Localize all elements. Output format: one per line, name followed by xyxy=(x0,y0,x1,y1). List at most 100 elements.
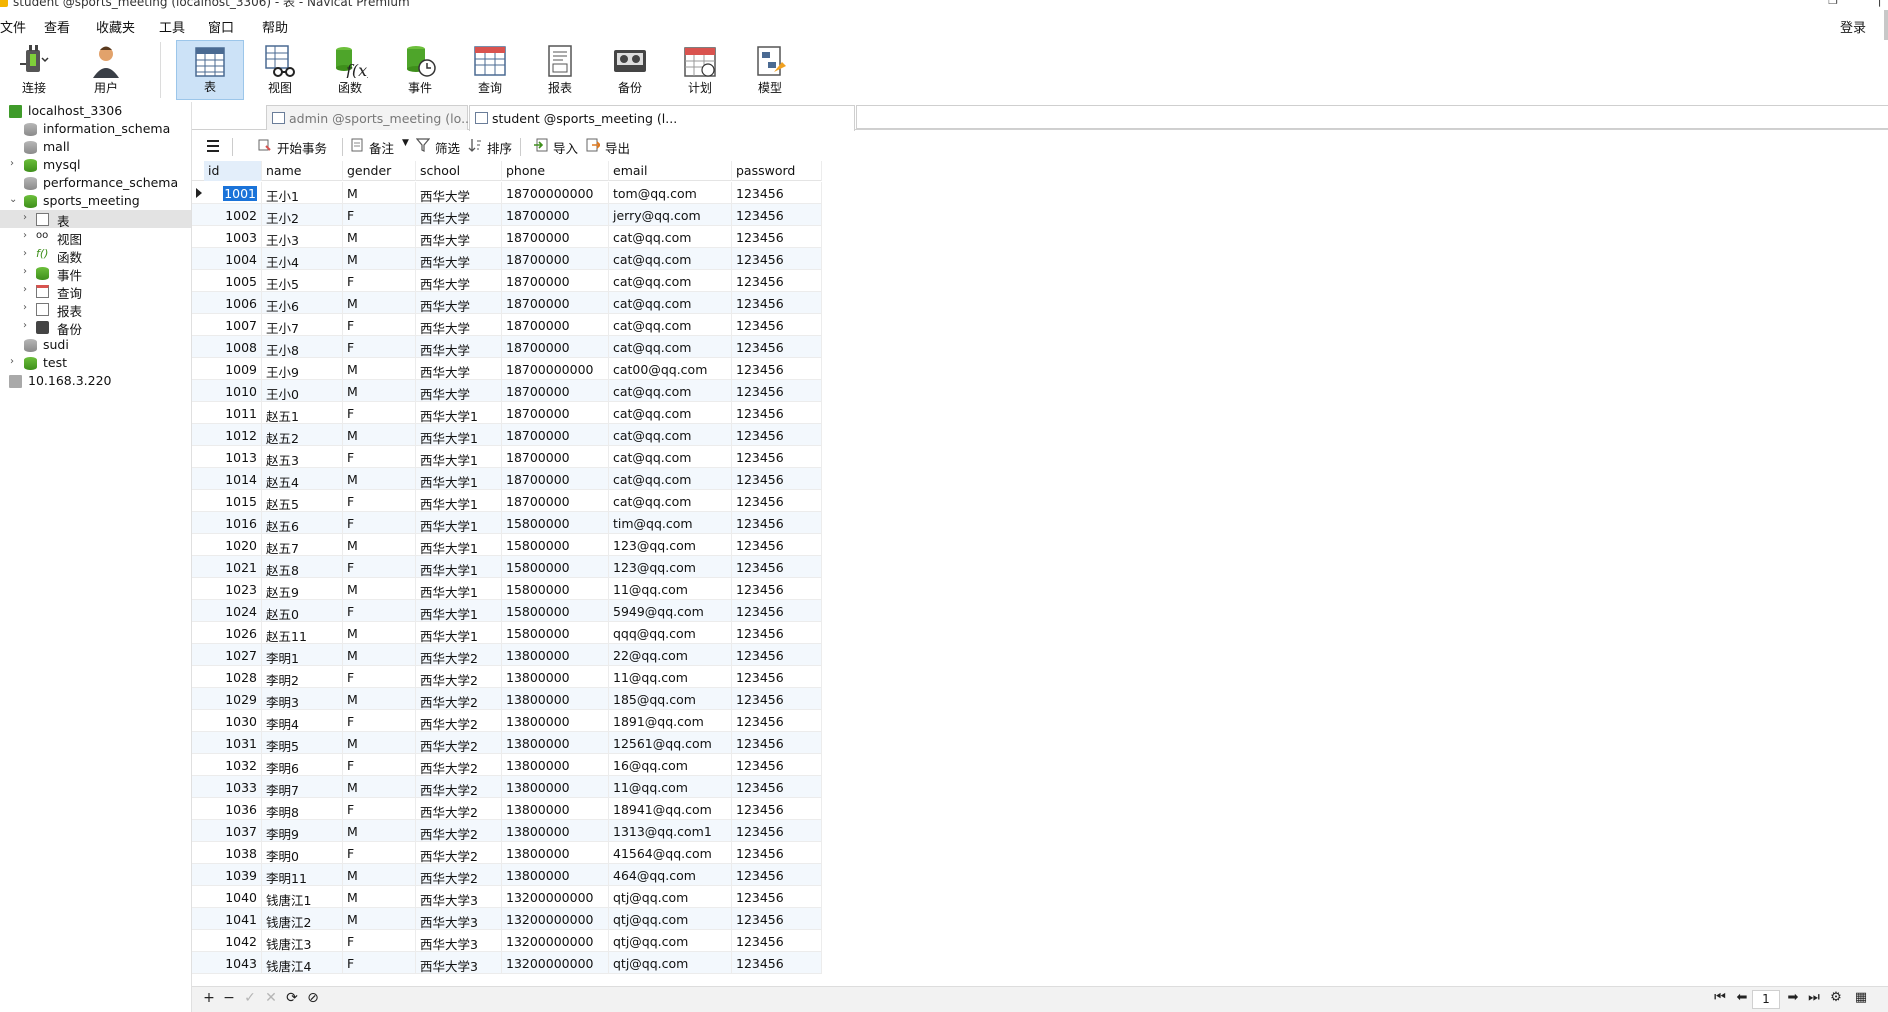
cell-email[interactable]: 464@qq.com xyxy=(609,864,732,886)
cell-email[interactable]: 123@qq.com xyxy=(609,556,732,578)
chevron-right-icon[interactable]: › xyxy=(23,284,27,295)
export-button[interactable]: 导出 xyxy=(586,136,632,156)
column-header-password[interactable]: password xyxy=(732,161,822,181)
cell-id[interactable]: 1002 xyxy=(204,204,262,226)
memo-button[interactable]: 备注 ▼ xyxy=(350,136,410,156)
cell-phone[interactable]: 13800000 xyxy=(502,732,609,754)
cell-school[interactable]: 西华大学2 xyxy=(416,842,502,864)
cell-password[interactable]: 123456 xyxy=(732,314,822,336)
cell-school[interactable]: 西华大学2 xyxy=(416,732,502,754)
cell-id[interactable]: 1007 xyxy=(204,314,262,336)
cell-id[interactable]: 1015 xyxy=(204,490,262,512)
cell-email[interactable]: cat@qq.com xyxy=(609,468,732,490)
menu-favorites[interactable]: 收藏夹 xyxy=(96,17,135,36)
cell-email[interactable]: cat@qq.com xyxy=(609,292,732,314)
cell-password[interactable]: 123456 xyxy=(732,446,822,468)
cell-school[interactable]: 西华大学3 xyxy=(416,908,502,930)
cell-name[interactable]: 王小3 xyxy=(262,226,343,248)
window-scrollbar[interactable] xyxy=(1884,10,1888,40)
hamburger-menu-button[interactable] xyxy=(206,136,222,156)
cell-email[interactable]: qtj@qq.com xyxy=(609,886,732,908)
cell-email[interactable]: qtj@qq.com xyxy=(609,908,732,930)
cell-gender[interactable]: F xyxy=(343,446,416,468)
cell-gender[interactable]: M xyxy=(343,534,416,556)
cell-school[interactable]: 西华大学1 xyxy=(416,534,502,556)
user-button[interactable]: 用户 xyxy=(72,40,140,100)
cell-name[interactable]: 赵五8 xyxy=(262,556,343,578)
cell-school[interactable]: 西华大学 xyxy=(416,336,502,358)
cell-school[interactable]: 西华大学1 xyxy=(416,578,502,600)
cell-password[interactable]: 123456 xyxy=(732,292,822,314)
cell-email[interactable]: 11@qq.com xyxy=(609,666,732,688)
cell-school[interactable]: 西华大学 xyxy=(416,358,502,380)
cell-password[interactable]: 123456 xyxy=(732,556,822,578)
table-row[interactable]: 1027 李明1 M 西华大学2 13800000 22@qq.com 123456 xyxy=(192,644,822,666)
cell-name[interactable]: 赵五5 xyxy=(262,490,343,512)
chevron-right-icon[interactable]: › xyxy=(23,302,27,313)
tree-connection-remote[interactable]: 10.168.3.220 xyxy=(0,372,191,390)
tree-db-information-schema[interactable]: information_schema xyxy=(0,120,191,138)
cell-name[interactable]: 赵五3 xyxy=(262,446,343,468)
begin-transaction-button[interactable]: 开始事务 xyxy=(258,136,336,156)
cell-id[interactable]: 1011 xyxy=(204,402,262,424)
cell-phone[interactable]: 13800000 xyxy=(502,644,609,666)
cell-email[interactable]: cat@qq.com xyxy=(609,314,732,336)
cell-name[interactable]: 李明0 xyxy=(262,842,343,864)
cell-school[interactable]: 西华大学2 xyxy=(416,864,502,886)
cell-school[interactable]: 西华大学 xyxy=(416,380,502,402)
page-number-input[interactable]: 1 xyxy=(1752,990,1780,1009)
tree-node-backups[interactable]: › 备份 xyxy=(0,318,191,337)
table-row[interactable]: 1020 赵五7 M 西华大学1 15800000 123@qq.com 123456 xyxy=(192,534,822,556)
cell-phone[interactable]: 13800000 xyxy=(502,776,609,798)
cell-school[interactable]: 西华大学2 xyxy=(416,798,502,820)
column-header-gender[interactable]: gender xyxy=(343,161,416,181)
cell-email[interactable]: cat@qq.com xyxy=(609,336,732,358)
cell-name[interactable]: 王小1 xyxy=(262,182,343,204)
column-header-name[interactable]: name xyxy=(262,161,343,181)
cell-school[interactable]: 西华大学 xyxy=(416,292,502,314)
cell-email[interactable]: cat@qq.com xyxy=(609,446,732,468)
chevron-right-icon[interactable]: › xyxy=(10,158,14,169)
cell-name[interactable]: 李明1 xyxy=(262,644,343,666)
cell-password[interactable]: 123456 xyxy=(732,270,822,292)
cell-gender[interactable]: M xyxy=(343,358,416,380)
cell-id[interactable]: 1008 xyxy=(204,336,262,358)
table-row[interactable]: 1010 王小0 M 西华大学 18700000 cat@qq.com 123456 xyxy=(192,380,822,402)
cell-school[interactable]: 西华大学2 xyxy=(416,688,502,710)
tree-db-mall[interactable]: mall xyxy=(0,138,191,156)
tree-db-performance-schema[interactable]: performance_schema xyxy=(0,174,191,192)
cell-phone[interactable]: 18700000 xyxy=(502,314,609,336)
cell-email[interactable]: 11@qq.com xyxy=(609,776,732,798)
report-tool-button[interactable]: 报表 xyxy=(526,40,594,100)
table-row[interactable]: 1026 赵五11 M 西华大学1 15800000 qqq@qq.com 123456 xyxy=(192,622,822,644)
cell-name[interactable]: 钱唐江4 xyxy=(262,952,343,974)
cell-id[interactable]: 1031 xyxy=(204,732,262,754)
cell-name[interactable]: 钱唐江1 xyxy=(262,886,343,908)
cell-phone[interactable]: 15800000 xyxy=(502,622,609,644)
cell-password[interactable]: 123456 xyxy=(732,226,822,248)
cell-id[interactable]: 1009 xyxy=(204,358,262,380)
cell-gender[interactable]: F xyxy=(343,754,416,776)
cell-password[interactable]: 123456 xyxy=(732,512,822,534)
previous-page-icon[interactable]: ⬅ xyxy=(1734,990,1750,1008)
chevron-right-icon[interactable]: › xyxy=(10,356,14,367)
delete-record-button[interactable]: − xyxy=(220,990,238,1008)
cell-phone[interactable]: 13800000 xyxy=(502,842,609,864)
cell-phone[interactable]: 13200000000 xyxy=(502,886,609,908)
table-row[interactable]: 1015 赵五5 F 西华大学1 18700000 cat@qq.com 123456 xyxy=(192,490,822,512)
tree-node-tables[interactable]: › 表 xyxy=(0,210,191,229)
apply-changes-button[interactable]: ✓ xyxy=(241,990,259,1008)
function-tool-button[interactable]: f(x) 函数 xyxy=(316,40,384,100)
settings-gear-icon[interactable]: ⚙ xyxy=(1828,990,1844,1008)
cell-school[interactable]: 西华大学2 xyxy=(416,644,502,666)
cell-password[interactable]: 123456 xyxy=(732,666,822,688)
cell-phone[interactable]: 18700000 xyxy=(502,204,609,226)
table-row[interactable]: 1036 李明8 F 西华大学2 13800000 18941@qq.com 123456 xyxy=(192,798,822,820)
cell-phone[interactable]: 18700000 xyxy=(502,446,609,468)
cell-phone[interactable]: 18700000 xyxy=(502,270,609,292)
tree-connection-localhost[interactable]: localhost_3306 xyxy=(0,102,191,120)
cell-phone[interactable]: 18700000 xyxy=(502,468,609,490)
cell-phone[interactable]: 13200000000 xyxy=(502,908,609,930)
cell-school[interactable]: 西华大学 xyxy=(416,226,502,248)
cell-email[interactable]: 41564@qq.com xyxy=(609,842,732,864)
